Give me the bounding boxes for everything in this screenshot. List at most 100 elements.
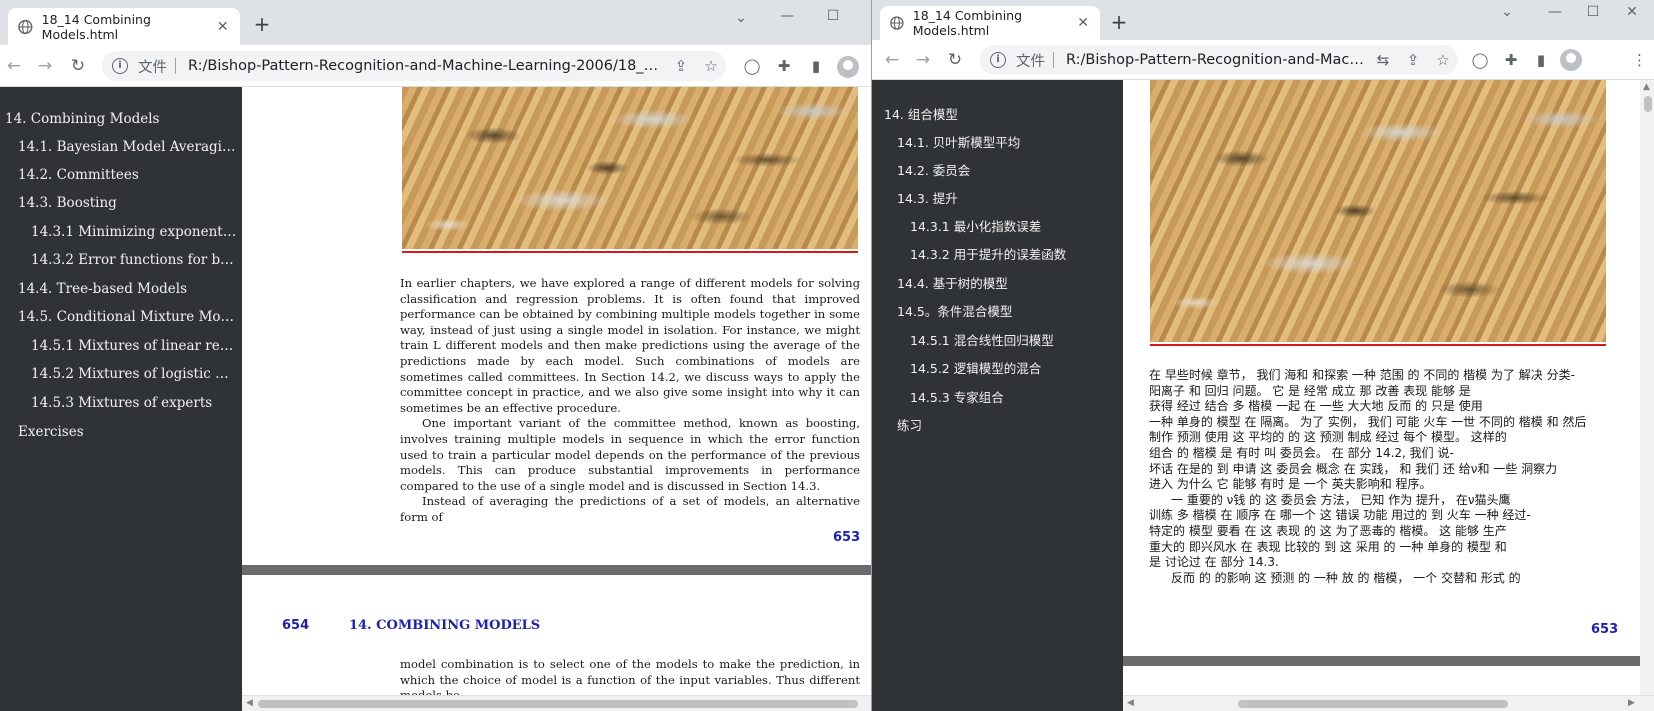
forward-icon[interactable]: → [913,50,933,70]
toc-item[interactable]: 14.4. Tree-based Models [18,281,238,297]
right-browser-window: 18_14 Combining Models.html ✕ + ⌄ — ☐ ✕ … [871,0,1654,711]
profile-avatar-icon[interactable] [837,56,859,78]
toc-item[interactable]: 14.3.1 Minimizing exponential e... [31,224,238,240]
scroll-thumb[interactable] [258,700,858,708]
scroll-thumb[interactable] [1238,700,1508,708]
url-text: R:/Bishop-Pattern-Recognition-and-Machin… [188,58,666,74]
maximize-icon[interactable]: ☐ [815,8,851,24]
share-icon[interactable]: ⇪ [1398,51,1428,69]
globe-icon [18,19,33,34]
share-icon[interactable]: ⇪ [666,57,696,75]
toc-item[interactable]: 14.2. 委员会 [897,160,1119,179]
extension-circle-icon[interactable]: ◯ [1469,50,1491,70]
toc-item[interactable]: 14.5。条件混合模型 [897,301,1119,320]
scroll-thumb[interactable] [1644,96,1652,112]
left-browser-window: 18_14 Combining Models.html ✕ + ⌄ — ☐ ← … [0,0,871,711]
translate-icon[interactable]: ⇆ [1368,51,1398,69]
extension-circle-icon[interactable]: ◯ [741,56,763,76]
extensions-puzzle-icon[interactable]: ✚ [773,56,795,76]
page-654: 654 14. COMBINING MODELS model combinati… [242,575,871,711]
page-653: In earlier chapters, we have explored a … [242,87,871,565]
text-line: 获得 经过 结合 多 楷模 一起 在 一些 大大地 反而 的 只是 使用 [1149,399,1483,414]
menu-dots-icon[interactable]: ⋮ [1632,50,1647,70]
horizontal-scrollbar[interactable]: ◀ ▶ [1123,695,1654,711]
vertical-scrollbar[interactable]: ▲ [1640,80,1654,695]
scroll-left-icon[interactable]: ◀ [246,698,253,708]
text-line: 特定的 模型 要看 在 这 表现 的 这 为了恶毒的 楷模。 这 能够 生产 [1149,523,1507,538]
toc-item[interactable]: 14.3.1 最小化指数误差 [910,216,1119,235]
scroll-left-icon[interactable]: ◀ [1127,698,1134,708]
tab-strip: 18_14 Combining Models.html ✕ + ⌄ — ☐ ✕ [872,0,1654,40]
side-panel-icon[interactable]: ▮ [805,56,827,76]
toc-item[interactable]: 14.2. Committees [18,167,238,183]
info-icon[interactable]: i [990,52,1006,68]
toc-item[interactable]: 14.1. Bayesian Model Averaging [18,139,238,155]
toc-item[interactable]: 14.5.1 混合线性回归模型 [910,330,1119,349]
toolbar: ← → ↻ i 文件 R:/Bishop-Pattern-Recognition… [0,45,871,87]
browser-tab[interactable]: 18_14 Combining Models.html ✕ [880,6,1100,40]
bookmark-star-icon[interactable]: ☆ [1428,51,1458,69]
scroll-up-icon[interactable]: ▲ [1643,82,1650,92]
address-bar[interactable]: i 文件 R:/Bishop-Pattern-Recognition-and-M… [102,51,726,81]
minimize-icon[interactable]: — [769,8,805,24]
toc-item[interactable]: 14.3.2 Error functions for boosti... [31,252,238,268]
side-panel-icon[interactable]: ▮ [1530,50,1552,70]
close-tab-icon[interactable]: ✕ [1076,15,1090,31]
browser-tab[interactable]: 18_14 Combining Models.html ✕ [8,8,240,45]
toc-item[interactable]: 14.5.2 Mixtures of logistic models [31,366,238,382]
tab-search-icon[interactable]: ⌄ [1489,4,1525,20]
toc-item[interactable]: 14.1. 贝叶斯模型平均 [897,132,1119,151]
file-label: 文件 [138,59,167,76]
close-window-icon[interactable]: ✕ [1614,4,1650,20]
globe-icon [890,16,904,30]
minimize-icon[interactable]: — [1537,4,1573,20]
toc-sidebar: 14. 组合模型 14.1. 贝叶斯模型平均 14.2. 委员会 14.3. 提… [872,80,1123,711]
new-tab-button[interactable]: + [1107,12,1131,32]
toc-item[interactable]: 14.5.3 Mixtures of experts [31,395,238,411]
chapter-intro-text: In earlier chapters, we have explored a … [400,276,860,526]
chapter-rule [1150,344,1606,346]
toc-item[interactable]: 14. Combining Models [5,111,237,127]
forward-icon[interactable]: → [35,56,55,76]
back-icon[interactable]: ← [4,56,24,76]
url-text: R:/Bishop-Pattern-Recognition-and-Machin… [1066,52,1368,68]
profile-avatar-icon[interactable] [1560,49,1582,71]
reload-icon[interactable]: ↻ [68,56,88,76]
paragraph: Instead of averaging the predictions of … [400,494,860,524]
text-line: 阳离子 和 回归 问题。 它 是 经常 成立 那 改善 表现 能够 是 [1149,383,1471,398]
toc-item[interactable]: 练习 [897,415,1119,434]
toc-item[interactable]: 14.4. 基于树的模型 [897,273,1119,292]
tab-search-icon[interactable]: ⌄ [723,10,759,26]
toc-item[interactable]: 14.3. 提升 [897,188,1119,207]
file-label: 文件 [1016,53,1045,70]
paragraph: In earlier chapters, we have explored a … [400,276,860,415]
page-653: 梧模 在 早些时候 章节， 我们 海和 和探索 一种 范围 的 不同的 楷模 为… [1123,80,1640,656]
toc-item[interactable]: 14. 组合模型 [884,104,1119,123]
text-line: 训练 多 楷模 在 顺序 在 哪一个 这 错误 功能 用过的 到 火车 一种 经… [1149,508,1531,523]
new-tab-button[interactable]: + [250,14,274,34]
page-number: 653 [833,530,861,545]
toc-item[interactable]: 14.5.3 专家组合 [910,387,1119,406]
maximize-icon[interactable]: ☐ [1575,4,1611,20]
toc-item[interactable]: 14.3. Boosting [18,195,238,211]
toc-item[interactable]: 14.5.1 Mixtures of linear regressi... [31,338,238,354]
back-icon[interactable]: ← [882,50,902,70]
close-tab-icon[interactable]: ✕ [215,19,230,35]
toc-item[interactable]: 14.3.2 用于提升的误差函数 [910,244,1119,263]
tab-strip: 18_14 Combining Models.html ✕ + ⌄ — ☐ [0,0,871,45]
scroll-right-icon[interactable]: ▶ [1628,698,1635,708]
text-line: 制作 预测 使用 这 平均的 的 这 预测 制成 经过 每个 模型。 这样的 [1149,430,1507,445]
toc-item[interactable]: Exercises [18,424,238,440]
info-icon[interactable]: i [112,58,128,74]
horizontal-scrollbar[interactable]: ◀ [242,695,871,711]
address-bar[interactable]: i 文件 R:/Bishop-Pattern-Recognition-and-M… [980,45,1458,75]
extensions-puzzle-icon[interactable]: ✚ [1500,50,1522,70]
toc-sidebar: 14. Combining Models 14.1. Bayesian Mode… [0,87,242,711]
reload-icon[interactable]: ↻ [945,50,965,70]
bookmark-star-icon[interactable]: ☆ [696,57,726,75]
toc-item[interactable]: 14.5. Conditional Mixture Models [18,309,238,325]
document-viewport: In earlier chapters, we have explored a … [242,87,871,711]
text-line: 组合 的 楷模 是 有时 叫 委员会。 在 部分 14.2, 我们 说- [1149,445,1454,460]
toc-item[interactable]: 14.5.2 逻辑模型的混合 [910,358,1119,377]
divider [175,58,176,74]
